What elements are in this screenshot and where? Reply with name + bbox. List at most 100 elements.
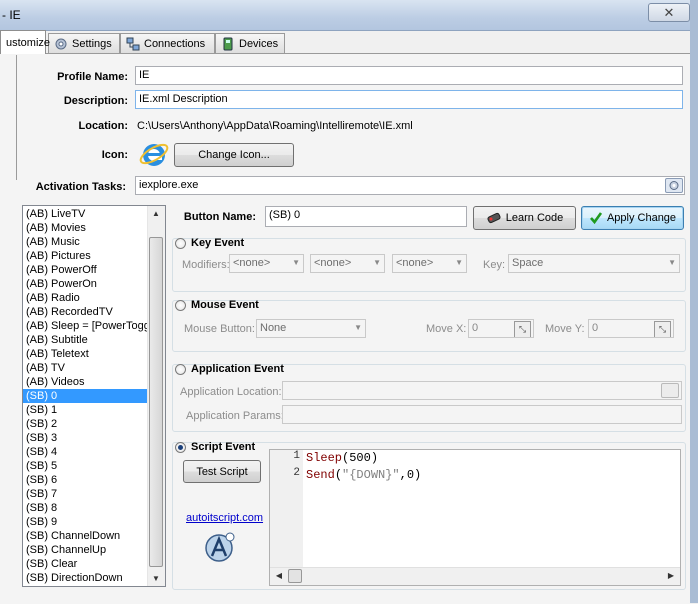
description-label: Description:: [63, 95, 128, 107]
list-item[interactable]: (SB) DirectionDown: [23, 571, 149, 585]
line-number: 2: [293, 467, 300, 479]
button-list[interactable]: (AB) LiveTV (AB) Movies (AB) Music (AB) Pic…: [22, 205, 166, 587]
tab-label: Settings: [72, 37, 112, 50]
list-item[interactable]: (AB) PowerOff: [23, 263, 149, 277]
list-item[interactable]: (AB) Pictures: [23, 249, 149, 263]
list-item[interactable]: (SB) Clear: [23, 557, 149, 571]
line-number-gutter: 1 2: [270, 450, 303, 567]
location-value: C:\Users\Anthony\AppData\Roaming\Intelli…: [137, 120, 413, 132]
script-event-radio[interactable]: [175, 442, 186, 453]
move-x-value: 0: [472, 322, 479, 334]
list-item[interactable]: (AB) Videos: [23, 375, 149, 389]
list-item[interactable]: (SB) 3: [23, 431, 149, 445]
mouse-button-select[interactable]: None ▼: [256, 319, 366, 338]
scroll-right-icon[interactable]: ▶: [663, 571, 679, 580]
key-label: Key:: [483, 259, 506, 271]
list-item[interactable]: (SB) 7: [23, 487, 149, 501]
list-item[interactable]: (SB) 4: [23, 445, 149, 459]
chevron-down-icon: ▼: [373, 258, 381, 267]
modifier-2-select[interactable]: <none> ▼: [310, 254, 385, 273]
list-item[interactable]: (AB) Radio: [23, 291, 149, 305]
key-event-label: Key Event: [191, 237, 245, 249]
apply-change-button[interactable]: Apply Change: [581, 206, 684, 230]
activation-tasks-label: Activation Tasks:: [35, 181, 126, 193]
change-icon-button[interactable]: Change Icon...: [174, 143, 294, 167]
application-event-radio[interactable]: [175, 364, 186, 375]
script-editor[interactable]: 1 2 Sleep(500) Send("{DOWN}",0) ◀ ▶: [269, 449, 681, 586]
activation-tasks-field[interactable]: iexplore.exe: [135, 176, 685, 195]
list-item[interactable]: (SB) 8: [23, 501, 149, 515]
list-item[interactable]: (AB) Movies: [23, 221, 149, 235]
list-item[interactable]: (SB) ChannelUp: [23, 543, 149, 557]
function-token: Sleep: [306, 451, 343, 465]
code-token: (: [334, 468, 343, 482]
list-item[interactable]: (AB) Sleep = [PowerToggle]: [23, 319, 149, 333]
scroll-down-icon[interactable]: ▼: [148, 574, 164, 583]
code-token: (500): [342, 451, 379, 465]
learn-code-label: Learn Code: [505, 212, 564, 224]
scroll-left-icon[interactable]: ◀: [271, 571, 287, 580]
list-item[interactable]: (AB) Music: [23, 235, 149, 249]
tab-connections[interactable]: Connections: [120, 33, 215, 53]
modifier-3-select[interactable]: <none> ▼: [392, 254, 467, 273]
description-field[interactable]: IE.xml Description: [135, 90, 683, 109]
mouse-event-radio[interactable]: [175, 300, 186, 311]
list-item[interactable]: (AB) LiveTV: [23, 207, 149, 221]
learn-code-button[interactable]: Learn Code: [473, 206, 576, 230]
spinner-icon[interactable]: ⤡: [514, 321, 531, 337]
list-item[interactable]: (AB) Subtitle: [23, 333, 149, 347]
mouse-button-label: Mouse Button:: [184, 323, 255, 335]
activation-tasks-value: iexplore.exe: [139, 179, 199, 191]
chevron-down-icon: ▼: [354, 323, 362, 332]
list-item[interactable]: (SB) ChannelDown: [23, 529, 149, 543]
modifier-1-select[interactable]: <none> ▼: [229, 254, 304, 273]
tab-customize[interactable]: ustomize: [0, 30, 50, 54]
button-name-field[interactable]: (SB) 0: [265, 206, 467, 227]
scroll-up-icon[interactable]: ▲: [148, 209, 164, 218]
list-item[interactable]: (SB) 9: [23, 515, 149, 529]
scrollbar-thumb[interactable]: [149, 237, 163, 567]
chevron-down-icon: ▼: [455, 258, 463, 267]
spinner-icon[interactable]: ⤡: [654, 321, 671, 337]
scrollbar-thumb[interactable]: [288, 569, 302, 583]
tab-devices[interactable]: Devices: [215, 33, 285, 53]
apply-change-label: Apply Change: [606, 212, 677, 224]
code-line: Sleep(500): [306, 450, 421, 467]
move-x-field[interactable]: 0 ⤡: [468, 319, 534, 338]
script-editor-scrollbar[interactable]: ◀ ▶: [270, 567, 680, 585]
modifier-2-value: <none>: [314, 257, 352, 269]
gear-icon: [55, 38, 67, 49]
list-item[interactable]: (SB) 1: [23, 403, 149, 417]
list-item[interactable]: (SB) 2: [23, 417, 149, 431]
autoitscript-link[interactable]: autoitscript.com: [186, 512, 263, 524]
list-item[interactable]: (AB) PowerOn: [23, 277, 149, 291]
list-item[interactable]: (SB) 6: [23, 473, 149, 487]
test-script-button[interactable]: Test Script: [183, 460, 261, 483]
device-icon: [223, 37, 233, 50]
list-item[interactable]: (SB) 0: [23, 389, 149, 403]
key-value: Space: [512, 257, 544, 269]
key-select[interactable]: Space ▼: [508, 254, 680, 273]
window-title: - IE: [2, 8, 21, 22]
close-button[interactable]: ✕: [648, 3, 690, 22]
tab-label: Devices: [239, 37, 279, 50]
application-params-field[interactable]: [282, 405, 682, 424]
move-y-field[interactable]: 0 ⤡: [588, 319, 674, 338]
move-y-label: Move Y:: [545, 323, 585, 335]
title-bar: - IE ✕: [0, 0, 698, 31]
list-item[interactable]: (AB) RecordedTV: [23, 305, 149, 319]
application-location-field[interactable]: [282, 381, 682, 400]
icon-label: Icon:: [101, 149, 128, 161]
modifiers-label: Modifiers:: [182, 259, 230, 271]
button-list-scrollbar[interactable]: ▲ ▼: [147, 206, 165, 586]
button-name-label: Button Name:: [183, 211, 256, 223]
key-event-radio[interactable]: [175, 238, 186, 249]
list-item[interactable]: (AB) TV: [23, 361, 149, 375]
profile-name-field[interactable]: IE: [135, 66, 683, 85]
browse-application-button[interactable]: [661, 383, 679, 398]
tab-settings[interactable]: Settings: [48, 33, 120, 53]
browse-tasks-button[interactable]: [665, 178, 683, 193]
list-item[interactable]: (AB) Teletext: [23, 347, 149, 361]
network-icon: [126, 37, 140, 50]
list-item[interactable]: (SB) 5: [23, 459, 149, 473]
